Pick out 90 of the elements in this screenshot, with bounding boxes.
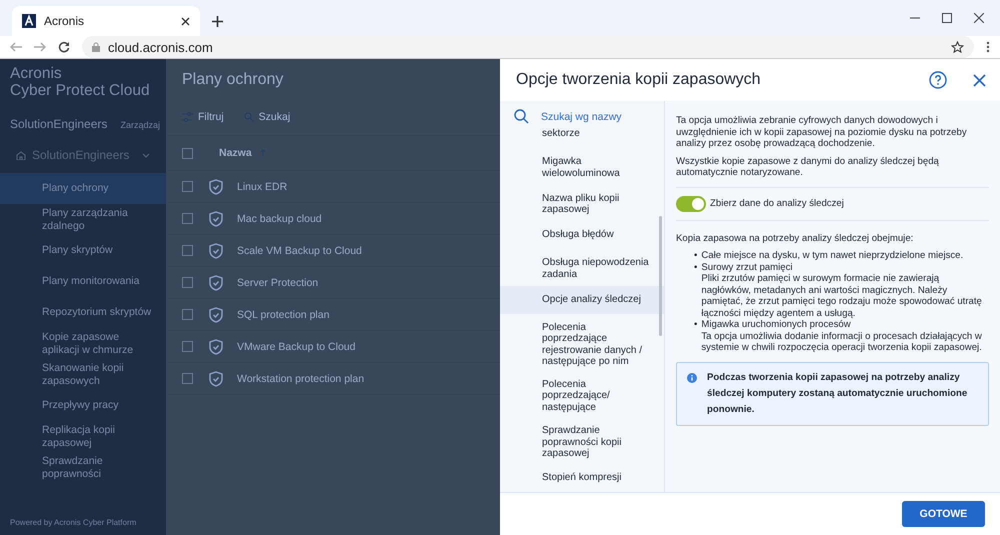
close-icon[interactable] — [181, 16, 190, 26]
plan-name[interactable]: VMware Backup to Cloud — [237, 340, 356, 352]
shield-icon — [209, 274, 223, 290]
page-title: Plany ochrony — [182, 71, 284, 89]
nav-item[interactable]: Sprawdzanie poprawności — [0, 452, 166, 483]
row-checkbox[interactable] — [182, 341, 193, 352]
toggle-label: Zbierz dane do analizy śledczej — [710, 198, 844, 210]
filter-button[interactable]: Filtruj — [182, 111, 224, 123]
info-icon — [687, 372, 697, 382]
close-icon[interactable] — [974, 13, 984, 23]
tenant-name: SolutionEngineers — [10, 117, 108, 131]
shield-icon — [209, 242, 223, 258]
browser-tab[interactable]: Acronis — [12, 6, 200, 36]
option-item[interactable]: sektorze — [500, 128, 664, 148]
search-field[interactable]: Szukaj wg nazwy — [500, 101, 664, 128]
plan-name[interactable]: Mac backup cloud — [237, 212, 322, 224]
shield-icon — [209, 306, 223, 322]
shield-icon — [209, 210, 223, 226]
done-button[interactable]: GOTOWE — [902, 501, 985, 527]
search-icon — [514, 109, 529, 124]
row-checkbox[interactable] — [182, 277, 193, 288]
lock-icon — [92, 42, 100, 52]
nav-item[interactable]: Repozytorium skryptów — [0, 297, 166, 328]
plan-name[interactable]: Server Protection — [237, 276, 318, 288]
row-checkbox[interactable] — [182, 309, 193, 320]
address-bar[interactable]: cloud.acronis.com — [82, 36, 974, 58]
bullet-title: Surowy zrzut pamięci — [701, 262, 794, 273]
search-button[interactable]: Szukaj — [244, 111, 290, 123]
row-checkbox[interactable] — [182, 181, 193, 192]
option-item[interactable]: Polecenia poprzedzające rejestrowanie danych / następujące po nim — [500, 314, 664, 370]
row-checkbox[interactable] — [182, 245, 193, 256]
new-tab-icon[interactable] — [212, 16, 223, 27]
row-checkbox[interactable] — [182, 373, 193, 384]
shield-icon — [209, 338, 223, 354]
manage-link[interactable]: Zarządzaj — [120, 120, 160, 130]
building-icon — [16, 150, 26, 160]
bullet-marker: • — [694, 319, 698, 332]
nav-item[interactable]: Kopie zapasowe aplikacji w chmurze — [0, 328, 166, 359]
nav-item[interactable]: Plany zarządzania zdalnego — [0, 204, 166, 235]
plan-name[interactable]: Linux EDR — [237, 180, 288, 192]
option-item[interactable]: Polecenia poprzedzające/ następujące — [500, 370, 664, 418]
option-item[interactable]: Obsługa niepowodzenia zadania — [500, 249, 664, 286]
chevron-icon — [142, 152, 150, 158]
brand-product: Cyber Protect Cloud — [10, 82, 151, 99]
toggle-switch[interactable] — [676, 196, 706, 212]
plan-name[interactable]: Scale VM Backup to Cloud — [237, 244, 362, 256]
bullet-detail: Pliki zrzutów pamięci w surowym formacie nie zawierają nagłówków, metadanych ani wartości magicznych. Należy pamiętać, że zrzut pamięci tego rodzaju może spowodować utratę łączności między agentem a usługą. — [701, 273, 983, 319]
nav-item[interactable]: Plany monitorowania — [0, 266, 166, 297]
info-note: Podczas tworzenia kopii zapasowej na potrzeby analizy śledczej komputery zostaną automatycznie uruchomione ponownie. — [676, 362, 989, 426]
list-heading: Kopia zapasowa na potrzeby analizy śledczej obejmuje: — [676, 232, 914, 244]
row-checkbox[interactable] — [182, 213, 193, 224]
star-icon[interactable] — [951, 40, 964, 54]
bullet-title: Całe miejsce na dysku, w tym nawet nieprzydzielone miejsce. — [701, 250, 964, 262]
bullet-detail: Ta opcja umożliwia dodanie informacji o procesach działających w systemie w chwili rozpoczęcia operacji tworzenia kopii zapasowej. — [701, 330, 983, 354]
dialog-title: Opcje tworzenia kopii zapasowych — [516, 71, 762, 89]
forward-icon[interactable] — [34, 42, 46, 52]
nav-item[interactable]: Replikacja kopii zapasowej — [0, 421, 166, 452]
description-text: Ta opcja umożliwia zebranie cyfrowych danych dowodowych i uwzględnienie ich w kopii zapasowej na poziomie dysku na potrzeby analizy przez osobę prowadzącą dochodzenie. — [676, 115, 968, 150]
bullet-marker: • — [694, 262, 698, 274]
option-item[interactable]: Obsługa błędów — [500, 221, 664, 249]
logo-icon — [22, 14, 36, 28]
shield-icon — [209, 178, 223, 194]
menu-icon[interactable] — [986, 41, 990, 53]
option-item[interactable]: Sprawdzanie poprawności kopii zapasowej — [500, 417, 664, 464]
bullet-title: Migawka uruchomionych procesów — [701, 319, 852, 330]
option-item[interactable]: Opcje analizy śledczej — [500, 286, 664, 314]
footer-text: Powered by Acronis Cyber Platform — [9, 518, 138, 529]
nav-item[interactable]: Plany skryptów — [0, 235, 166, 266]
brand-name: Acronis — [10, 65, 63, 82]
description-text: Wszystkie kopie zapasowe z danymi do analizy śledczej będą automatycznie notaryzowane. — [676, 156, 940, 178]
plan-name[interactable]: Workstation protection plan — [237, 372, 364, 384]
help-icon[interactable] — [929, 71, 947, 89]
maximize-icon[interactable] — [942, 13, 952, 23]
bullet-marker: • — [694, 250, 698, 262]
nav-item[interactable]: Skanowanie kopii zapasowych — [0, 359, 166, 390]
nav-item[interactable]: Plany ochrony — [0, 173, 166, 204]
url-text: cloud.acronis.com — [108, 40, 214, 54]
plan-name[interactable]: SQL protection plan — [237, 308, 330, 320]
tab-title: Acronis — [44, 14, 86, 28]
option-item[interactable]: Stopień kompresji — [500, 464, 664, 492]
unit-selector[interactable]: SolutionEngineers — [10, 143, 156, 167]
option-item[interactable]: Migawka wielowoluminowa — [500, 148, 664, 184]
reload-icon[interactable] — [58, 41, 70, 53]
nav-item[interactable]: Przepływy pracy — [0, 390, 166, 421]
column-header[interactable]: Nazwa — [219, 147, 252, 159]
back-icon[interactable] — [10, 42, 22, 52]
select-all-checkbox[interactable] — [182, 148, 193, 158]
option-item[interactable]: Nazwa pliku kopii zapasowej — [500, 184, 664, 221]
close-icon[interactable] — [973, 74, 986, 86]
shield-icon — [209, 370, 223, 386]
